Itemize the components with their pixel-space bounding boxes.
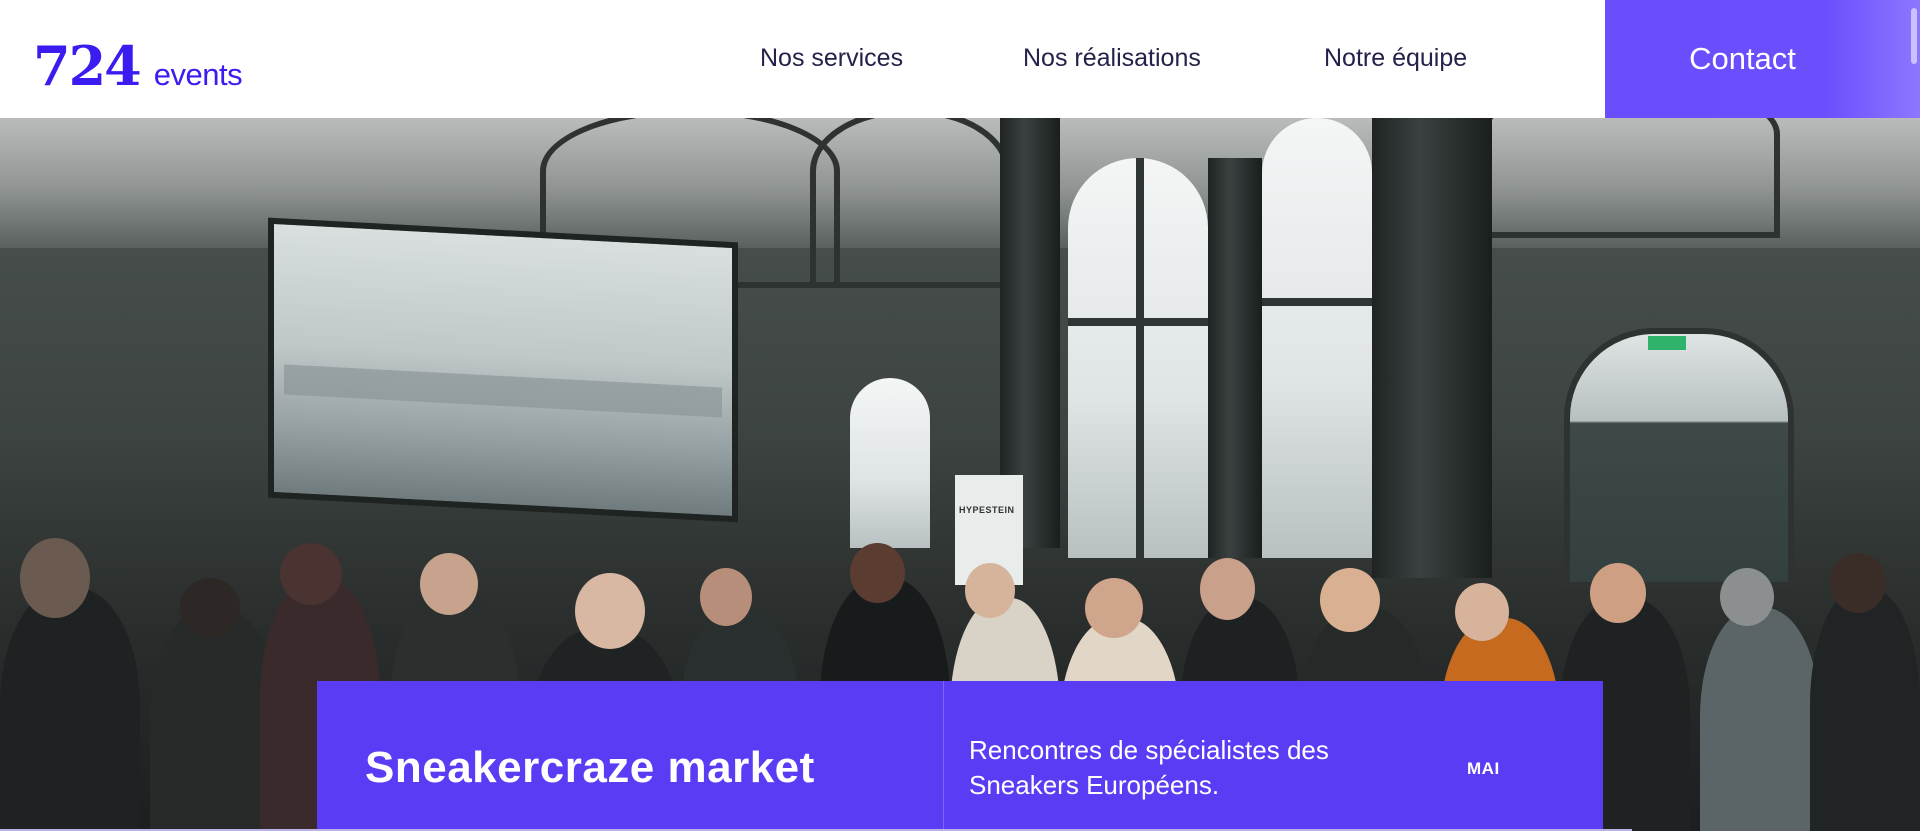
crowd-person [180,578,240,638]
hero-window-frame [1068,318,1208,326]
event-month: MAI [1467,759,1500,778]
crowd-person [1455,583,1509,641]
logo-word: events [153,57,243,92]
nav-link-realisations[interactable]: Nos réalisations [1023,44,1201,73]
hero-window-frame [1262,298,1372,306]
crowd-person [420,553,478,615]
scrollbar[interactable] [1906,0,1920,831]
hero-projection-screen [268,217,738,523]
hero-arch [810,118,1010,288]
scrollbar-thumb[interactable] [1911,8,1917,64]
hero-arch [1480,118,1780,238]
crowd-person [965,563,1015,618]
event-description: Rencontres de spécialistes des Sneakers … [969,735,1329,800]
crowd-person [20,538,90,618]
crowd-person [1590,563,1646,623]
crowd-person [1720,568,1774,626]
crowd-person [1200,558,1255,620]
crowd-person [1320,568,1380,632]
crowd-person [1085,578,1143,638]
logo[interactable]: 724 events [33,34,243,98]
crowd-person [0,588,140,831]
nav-link-equipe[interactable]: Notre équipe [1324,44,1467,73]
hero-window [1262,118,1372,558]
crowd-person [1810,588,1920,831]
site-header: 724 events Nos services Nos réalisations… [0,0,1920,118]
contact-button[interactable]: Contact [1605,0,1920,118]
event-card[interactable]: Sneakercraze market Rencontres de spécia… [317,681,1603,831]
logo-number: 724 [33,34,142,98]
crowd-person [1700,608,1820,831]
event-title: Sneakercraze market [365,743,815,792]
crowd-person [280,543,342,605]
nav-link-services[interactable]: Nos services [760,44,903,73]
crowd-person [700,568,752,626]
crowd-person [1830,553,1886,613]
exit-sign [1648,336,1686,350]
crowd-person [850,543,905,603]
event-divider [943,681,944,831]
crowd-person [575,573,645,649]
